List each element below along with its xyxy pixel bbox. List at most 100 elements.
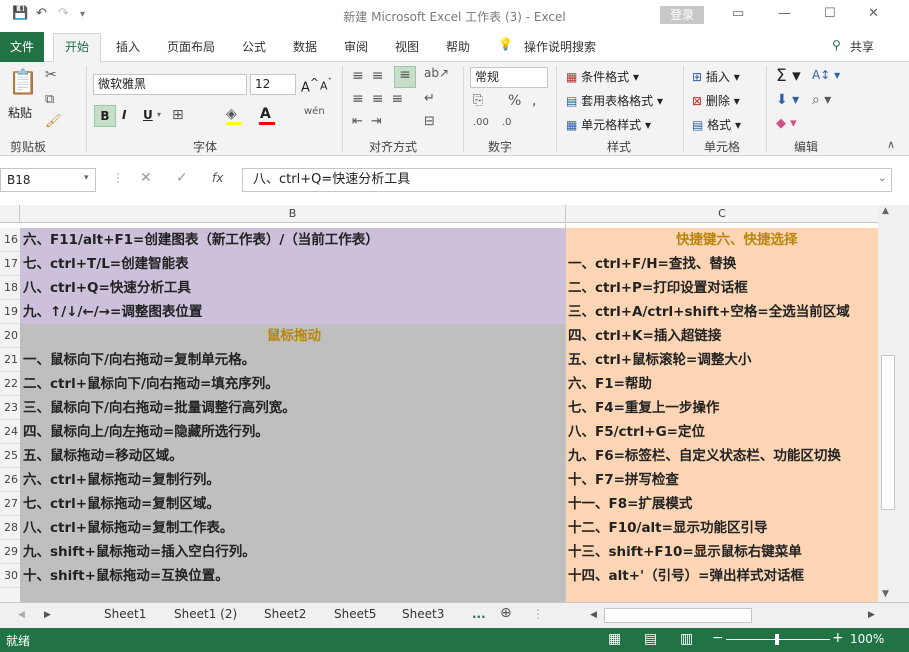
format-cells-button[interactable]: ▤ 格式 ▾	[692, 116, 741, 133]
column-header-c[interactable]: C	[566, 205, 878, 223]
cell-b20-heading[interactable]: 鼠标拖动	[20, 324, 565, 348]
share-button[interactable]: 共享	[850, 38, 874, 55]
cell-c22[interactable]: 六、F1=帮助	[566, 372, 878, 396]
cell-c23[interactable]: 七、F4=重复上一步操作	[566, 396, 878, 420]
tab-insert[interactable]: 插入	[116, 38, 140, 55]
orientation-icon[interactable]: ab↗	[424, 66, 449, 80]
row-header[interactable]: 19	[0, 300, 20, 324]
new-sheet-icon[interactable]: ⊕	[500, 605, 512, 621]
cell-c24[interactable]: 八、F5/ctrl+G=定位	[566, 420, 878, 444]
cell-b28[interactable]: 八、ctrl+鼠标拖动=复制工作表。	[20, 516, 565, 540]
sort-filter-icon[interactable]: A↕ ▾	[812, 68, 840, 82]
merge-center-icon[interactable]: ⊟	[424, 114, 435, 129]
borders-icon[interactable]: ⊞	[172, 107, 184, 123]
phonetic-icon[interactable]: wén	[304, 106, 325, 117]
tab-page-layout[interactable]: 页面布局	[167, 38, 215, 55]
fill-icon[interactable]: ⬇ ▾	[776, 92, 799, 108]
sheet-tab-sheet5[interactable]: Sheet5	[334, 607, 376, 621]
cell-styles-button[interactable]: ▦ 单元格样式 ▾	[566, 116, 651, 133]
accounting-format-icon[interactable]: ⎘	[473, 93, 483, 108]
collapse-ribbon-icon[interactable]: ∧	[887, 138, 895, 151]
row-header[interactable]: 29	[0, 540, 20, 564]
row-header[interactable]: 23	[0, 396, 20, 420]
cell-b30[interactable]: 十、shift+鼠标拖动=互换位置。	[20, 564, 565, 588]
zoom-in-icon[interactable]: +	[832, 630, 844, 646]
sheet-tab-sheet2[interactable]: Sheet2	[264, 607, 306, 621]
sheet-tab-sheet3[interactable]: Sheet3	[402, 607, 444, 621]
italic-button[interactable]: I	[122, 108, 126, 122]
cut-icon[interactable]: ✂	[45, 67, 57, 83]
copy-icon[interactable]: ⧉	[45, 92, 54, 107]
row-header[interactable]: 24	[0, 420, 20, 444]
scrollbar-thumb[interactable]	[881, 355, 895, 510]
cell-b29[interactable]: 九、shift+鼠标拖动=插入空白行列。	[20, 540, 565, 564]
cell-c16-heading[interactable]: 快捷键六、快捷选择	[566, 228, 878, 252]
comma-style-icon[interactable]: ,	[532, 93, 536, 109]
name-box-dropdown-icon[interactable]: ▾	[84, 173, 89, 183]
scroll-down-icon[interactable]: ▼	[882, 589, 889, 599]
cell-b23[interactable]: 三、鼠标向下/向右拖动=批量调整行高列宽。	[20, 396, 565, 420]
tab-view[interactable]: 视图	[395, 38, 419, 55]
insert-function-icon[interactable]: fx	[212, 171, 223, 185]
percent-icon[interactable]: %	[508, 93, 521, 109]
cell-b22[interactable]: 二、ctrl+鼠标向下/向右拖动=填充序列。	[20, 372, 565, 396]
prev-sheet-icon[interactable]: ◀	[18, 610, 25, 620]
tab-review[interactable]: 审阅	[344, 38, 368, 55]
worksheet-grid[interactable]: 16 六、F11/alt+F1=创建图表（新工作表）/（当前工作表） 快捷键六、…	[0, 224, 878, 602]
underline-dropdown-icon[interactable]: ▾	[157, 110, 161, 119]
cell-c18[interactable]: 二、ctrl+P=打印设置对话框	[566, 276, 878, 300]
zoom-level[interactable]: 100%	[850, 632, 884, 646]
page-layout-view-icon[interactable]: ▤	[644, 631, 657, 647]
tell-me-search[interactable]: 操作说明搜索	[524, 38, 596, 55]
horizontal-align-icons[interactable]: ≡≡≡	[352, 91, 411, 107]
autosum-icon[interactable]: Σ ▾	[776, 66, 801, 86]
minimize-icon[interactable]: —	[778, 6, 791, 21]
horizontal-scrollbar-thumb[interactable]	[604, 608, 752, 623]
name-box[interactable]: B18	[0, 168, 96, 192]
cell-c19[interactable]: 三、ctrl+A/ctrl+shift+空格=全选当前区域	[566, 300, 878, 324]
cell-c30[interactable]: 十四、alt+'（引号）=弹出样式对话框	[566, 564, 878, 588]
cell-c25[interactable]: 九、F6=标签栏、自定义状态栏、功能区切换	[566, 444, 878, 468]
row-header[interactable]: 16	[0, 228, 20, 252]
cell-b21[interactable]: 一、鼠标向下/向右拖动=复制单元格。	[20, 348, 565, 372]
paste-button[interactable]: 粘贴	[8, 104, 32, 121]
page-break-view-icon[interactable]: ▥	[680, 631, 693, 647]
row-header[interactable]: 20	[0, 324, 20, 348]
cell-c20[interactable]: 四、ctrl+K=插入超链接	[566, 324, 878, 348]
wrap-text-icon[interactable]: ↵	[424, 91, 435, 106]
scroll-right-icon[interactable]: ▶	[868, 610, 875, 620]
row-header[interactable]: 26	[0, 468, 20, 492]
row-header[interactable]: 22	[0, 372, 20, 396]
row-header[interactable]: 28	[0, 516, 20, 540]
cancel-formula-icon[interactable]: ✕	[140, 170, 152, 186]
clear-icon[interactable]: ◆ ▾	[776, 116, 797, 131]
delete-cells-button[interactable]: ⊠ 删除 ▾	[692, 92, 740, 109]
tab-help[interactable]: 帮助	[446, 38, 470, 55]
row-header[interactable]: 18	[0, 276, 20, 300]
ribbon-display-icon[interactable]: ▭	[732, 6, 744, 21]
font-color-icon[interactable]: A	[260, 106, 271, 122]
underline-button[interactable]: U	[143, 108, 153, 122]
insert-cells-button[interactable]: ⊞ 插入 ▾	[692, 68, 740, 85]
vertical-align-icons[interactable]: ≡≡	[352, 68, 391, 84]
conditional-formatting-button[interactable]: ▦ 条件格式 ▾	[566, 68, 639, 85]
select-all-corner[interactable]	[0, 205, 20, 223]
zoom-slider-thumb[interactable]	[775, 634, 779, 645]
cell-c27[interactable]: 十一、F8=扩展模式	[566, 492, 878, 516]
formula-input[interactable]: 八、ctrl+Q=快速分析工具	[242, 168, 892, 192]
tab-formulas[interactable]: 公式	[242, 38, 266, 55]
number-format-select[interactable]: 常规	[470, 67, 548, 88]
scroll-up-icon[interactable]: ▲	[882, 206, 889, 216]
cell-c17[interactable]: 一、ctrl+F/H=查找、替换	[566, 252, 878, 276]
font-size-select[interactable]: 12	[250, 74, 296, 95]
scroll-left-icon[interactable]: ◀	[590, 610, 597, 620]
maximize-icon[interactable]: ☐	[824, 6, 836, 21]
zoom-out-icon[interactable]: −	[712, 630, 724, 646]
row-header[interactable]: 25	[0, 444, 20, 468]
format-as-table-button[interactable]: ▤ 套用表格格式 ▾	[566, 92, 663, 109]
bold-button[interactable]: B	[94, 105, 116, 127]
normal-view-icon[interactable]: ▦	[608, 631, 621, 647]
indent-icons[interactable]: ⇤⇥	[352, 114, 390, 129]
fill-color-icon[interactable]: ◈	[226, 106, 237, 122]
row-header[interactable]: 27	[0, 492, 20, 516]
